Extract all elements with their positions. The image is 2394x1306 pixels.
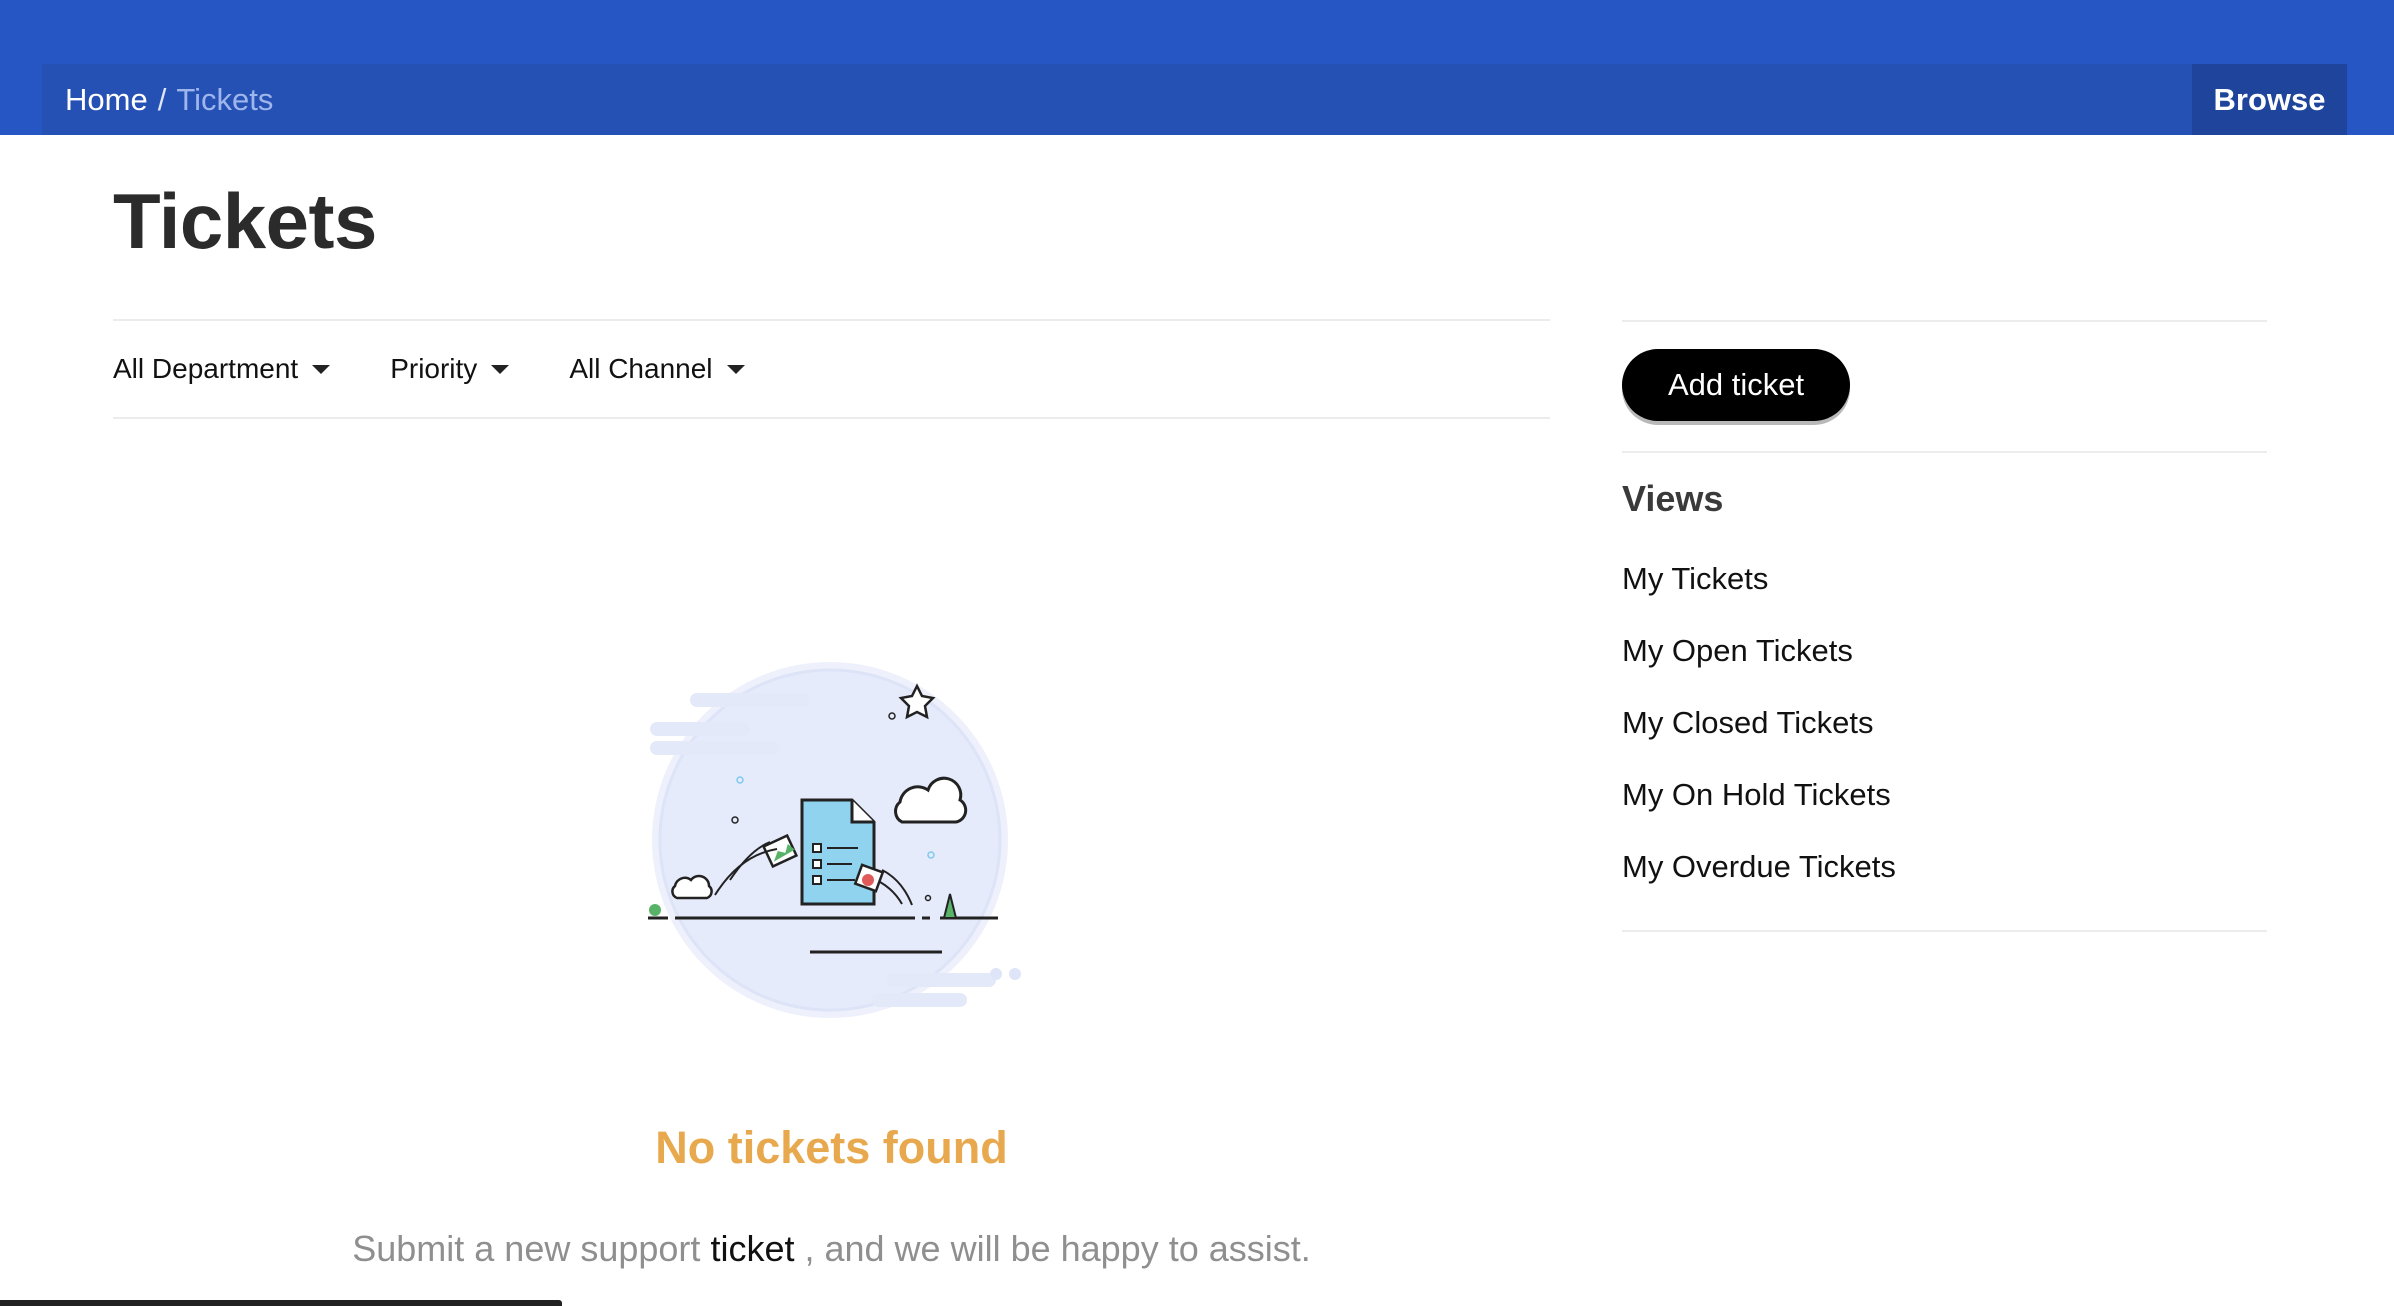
sidebar-top-divider [1622, 320, 2267, 322]
deco-line [650, 722, 750, 736]
bush-icon [649, 904, 661, 916]
filters-bottom-divider [113, 417, 1550, 419]
sidebar-bottom-divider [1622, 930, 2267, 932]
view-link-my-open-tickets[interactable]: My Open Tickets [1622, 627, 1896, 699]
checklist-box [812, 843, 822, 853]
channel-filter-dropdown[interactable]: All Channel [569, 353, 745, 385]
photo-dot [862, 874, 874, 886]
channel-filter-label: All Channel [569, 353, 713, 384]
view-link-my-tickets[interactable]: My Tickets [1622, 555, 1896, 627]
caret-down-icon [726, 364, 745, 374]
breadcrumb-separator: / [157, 81, 167, 117]
empty-state-message-start: Submit a new support [352, 1228, 701, 1269]
views-list: My Tickets My Open Tickets My Closed Tic… [1622, 555, 1896, 915]
top-header: Home / Tickets Browse [0, 0, 2394, 135]
priority-filter-label: Priority [390, 353, 478, 384]
deco-dot [990, 968, 1002, 980]
views-heading: Views [1622, 478, 1724, 519]
submit-ticket-link[interactable]: ticket [710, 1228, 794, 1269]
empty-state-message-end: , and we will be happy to assist. [804, 1228, 1311, 1269]
view-link-my-overdue-tickets[interactable]: My Overdue Tickets [1622, 843, 1896, 915]
deco-dot [1009, 968, 1021, 980]
deco-line [690, 693, 810, 707]
sidebar-mid-divider [1622, 451, 2267, 453]
breadcrumb-home-link[interactable]: Home [65, 82, 148, 118]
department-filter-dropdown[interactable]: All Department [113, 353, 331, 385]
caret-down-icon [312, 364, 331, 374]
priority-filter-dropdown[interactable]: Priority [390, 353, 510, 385]
browse-button[interactable]: Browse [2192, 64, 2347, 135]
empty-state-title: No tickets found [655, 1122, 1008, 1173]
filter-bar: All Department Priority All Channel [113, 320, 1550, 418]
checklist-box [812, 875, 822, 885]
breadcrumb-current: Tickets [176, 81, 274, 117]
view-link-my-on-hold-tickets[interactable]: My On Hold Tickets [1622, 771, 1896, 843]
empty-state-message: Submit a new support ticket , and we wil… [113, 1228, 1550, 1270]
empty-tickets-illustration [648, 662, 1021, 1018]
department-filter-label: All Department [113, 353, 299, 384]
checklist-box [812, 859, 822, 869]
breadcrumb-bar: Home / Tickets Browse [42, 64, 2347, 135]
small-cloud-icon [671, 874, 713, 900]
deco-line [886, 973, 996, 987]
breadcrumb: Home / Tickets [65, 64, 273, 135]
deco-line [650, 741, 780, 755]
bottom-edge-bar [0, 1300, 562, 1306]
view-link-my-closed-tickets[interactable]: My Closed Tickets [1622, 699, 1896, 771]
caret-down-icon [491, 364, 510, 374]
deco-line [872, 993, 967, 1007]
add-ticket-button[interactable]: Add ticket [1622, 349, 1850, 421]
page-title: Tickets [113, 177, 377, 265]
